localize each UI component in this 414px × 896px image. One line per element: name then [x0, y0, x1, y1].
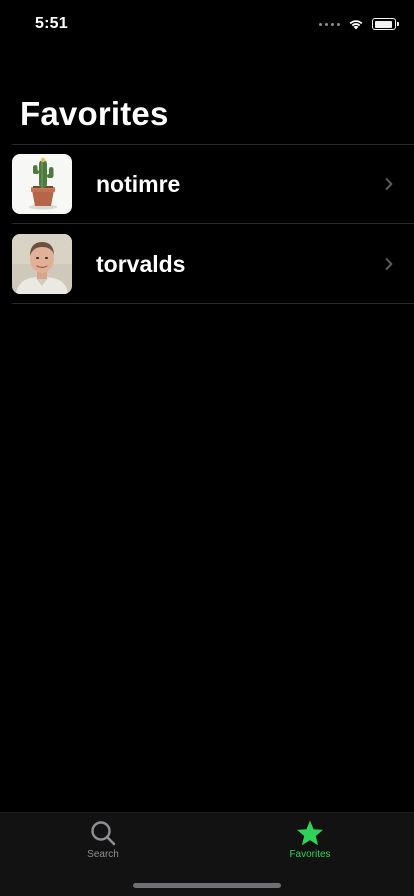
chevron-right-icon — [384, 177, 394, 191]
tab-label: Favorites — [289, 849, 331, 860]
favorite-username: notimre — [96, 171, 181, 197]
status-icons — [319, 16, 399, 32]
status-bar: 5:51 — [0, 0, 414, 48]
favorite-username: torvalds — [96, 251, 186, 277]
favorite-row-notimre[interactable]: notimre — [0, 144, 414, 224]
favorite-row-torvalds[interactable]: torvalds — [0, 224, 414, 304]
magnifying-glass-icon — [89, 819, 117, 847]
status-time: 5:51 — [35, 15, 68, 32]
tab-search[interactable]: Search — [53, 819, 153, 869]
person-portrait-avatar — [12, 234, 72, 294]
chevron-right-icon — [384, 257, 394, 271]
tab-bar: Search Favorites — [0, 812, 414, 896]
wifi-icon — [348, 18, 364, 30]
app-screen: 5:51 Favorites notimre torvalds Search F… — [0, 0, 414, 896]
row-separator — [12, 303, 414, 304]
tab-label: Search — [87, 849, 119, 860]
battery-icon — [372, 18, 399, 30]
favorites-list: notimre torvalds — [0, 144, 414, 304]
page-title: Favorites — [20, 95, 169, 132]
cactus-avatar — [12, 154, 72, 214]
star-icon — [296, 819, 324, 847]
home-indicator — [133, 883, 281, 888]
tab-favorites[interactable]: Favorites — [260, 819, 360, 869]
cellular-signal-icon — [319, 22, 340, 26]
